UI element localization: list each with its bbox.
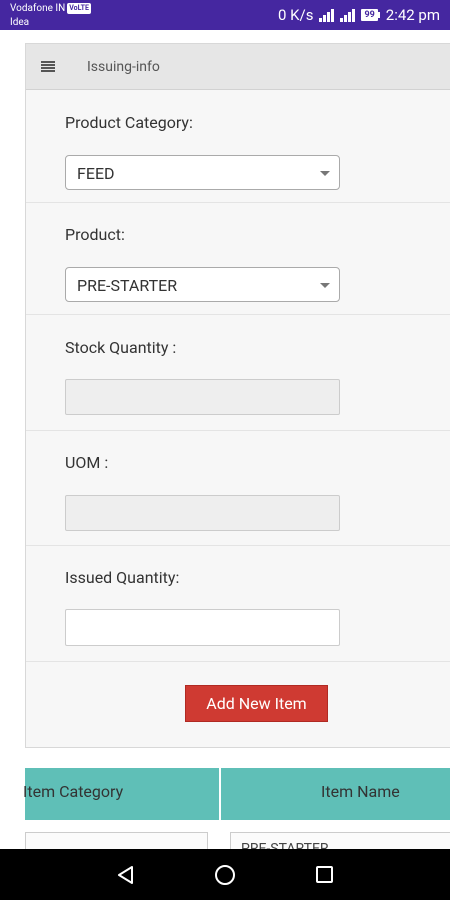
screen: Vodafone IN VoLTE Idea 0 K/s 99 2:42 pm I… [0,0,450,900]
stock-quantity-label: Stock Quantity : [65,338,177,357]
column-header-item-category: Item Category [23,782,124,801]
uom-label: UOM : [65,453,109,472]
issued-quantity-input[interactable] [65,609,340,646]
volte-badge: VoLTE [67,3,91,14]
product-select[interactable]: PRE-STARTER [65,267,340,302]
card-title: Issuing-info [87,59,160,75]
card-header: Issuing-info [26,44,450,90]
menu-icon[interactable] [41,61,55,73]
divider [26,430,450,431]
recent-apps-icon[interactable] [316,866,333,883]
product-category-label: Product Category: [65,113,193,132]
uom-field [65,495,340,531]
status-bar: Vodafone IN VoLTE Idea 0 K/s 99 2:42 pm [0,0,450,30]
product-category-select[interactable]: FEED [65,155,340,190]
status-indicators: 0 K/s 99 2:42 pm [278,0,440,30]
product-category-value: FEED [77,164,115,183]
divider [26,661,450,662]
divider [26,202,450,203]
add-new-item-button[interactable]: Add New Item [185,685,328,722]
carrier-name-primary: Vodafone IN VoLTE [10,3,91,14]
clock: 2:42 pm [385,6,440,24]
issued-quantity-label: Issued Quantity: [65,568,180,587]
divider [26,314,450,315]
divider [26,545,450,546]
home-icon[interactable] [215,865,235,885]
signal-icon [319,8,335,22]
column-separator [219,768,221,820]
navigation-bar [0,849,450,900]
stock-quantity-field [65,379,340,415]
carrier-name-primary-text: Vodafone IN [10,3,66,14]
table-header: Item Category Item Name [23,768,450,820]
back-icon[interactable] [116,865,136,885]
issuing-info-card: Issuing-info Product Category: FEED Prod… [25,43,450,748]
signal-icon-secondary [340,8,356,22]
product-value: PRE-STARTER [77,276,178,295]
battery-icon: 99 [361,9,380,21]
dropdown-arrow-icon [320,283,330,288]
carrier-name-secondary: Idea [10,17,30,28]
product-label: Product: [65,225,125,244]
battery-level: 99 [361,9,378,21]
column-header-item-name: Item Name [321,782,400,801]
network-speed: 0 K/s [277,6,314,24]
dropdown-arrow-icon [320,171,330,176]
